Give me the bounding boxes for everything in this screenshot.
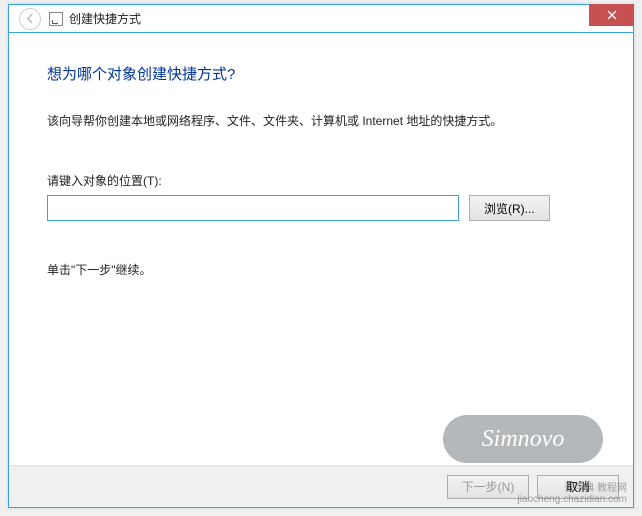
location-input[interactable] — [47, 195, 459, 221]
shortcut-icon — [49, 12, 63, 26]
wizard-description: 该向导帮你创建本地或网络程序、文件、文件夹、计算机或 Internet 地址的快… — [47, 112, 595, 130]
location-row: 浏览(R)... — [47, 195, 595, 221]
cancel-button[interactable]: 取消 — [537, 475, 619, 499]
browse-button[interactable]: 浏览(R)... — [469, 195, 550, 221]
watermark-badge: Simnovo — [443, 415, 603, 463]
wizard-hint: 单击"下一步"继续。 — [47, 261, 595, 278]
content-area: 想为哪个对象创建快捷方式? 该向导帮你创建本地或网络程序、文件、文件夹、计算机或… — [9, 33, 633, 278]
next-button[interactable]: 下一步(N) — [447, 475, 529, 499]
close-button[interactable] — [589, 4, 634, 26]
close-icon — [607, 10, 617, 20]
location-label: 请键入对象的位置(T): — [47, 172, 595, 189]
titlebar: 创建快捷方式 — [9, 5, 633, 33]
window-title: 创建快捷方式 — [69, 10, 141, 27]
footer: 下一步(N) 取消 — [9, 465, 633, 507]
dialog-window: 创建快捷方式 想为哪个对象创建快捷方式? 该向导帮你创建本地或网络程序、文件、文… — [8, 4, 634, 508]
back-button — [19, 8, 41, 30]
wizard-heading: 想为哪个对象创建快捷方式? — [47, 63, 595, 84]
